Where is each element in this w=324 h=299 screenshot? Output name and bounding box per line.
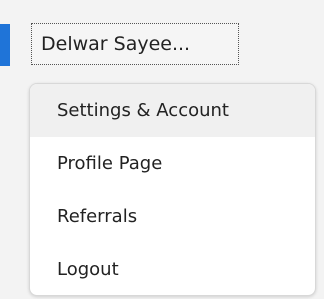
- menu-item-settings-account[interactable]: Settings & Account: [30, 84, 315, 137]
- page: Delwar Sayee... Settings & Account Profi…: [0, 0, 324, 299]
- account-dropdown-menu: Settings & Account Profile Page Referral…: [29, 83, 316, 296]
- accent-bar: [0, 24, 10, 66]
- menu-item-logout[interactable]: Logout: [30, 243, 315, 295]
- menu-item-profile-page[interactable]: Profile Page: [30, 137, 315, 190]
- account-menu-button[interactable]: Delwar Sayee...: [31, 23, 239, 65]
- menu-item-referrals[interactable]: Referrals: [30, 190, 315, 243]
